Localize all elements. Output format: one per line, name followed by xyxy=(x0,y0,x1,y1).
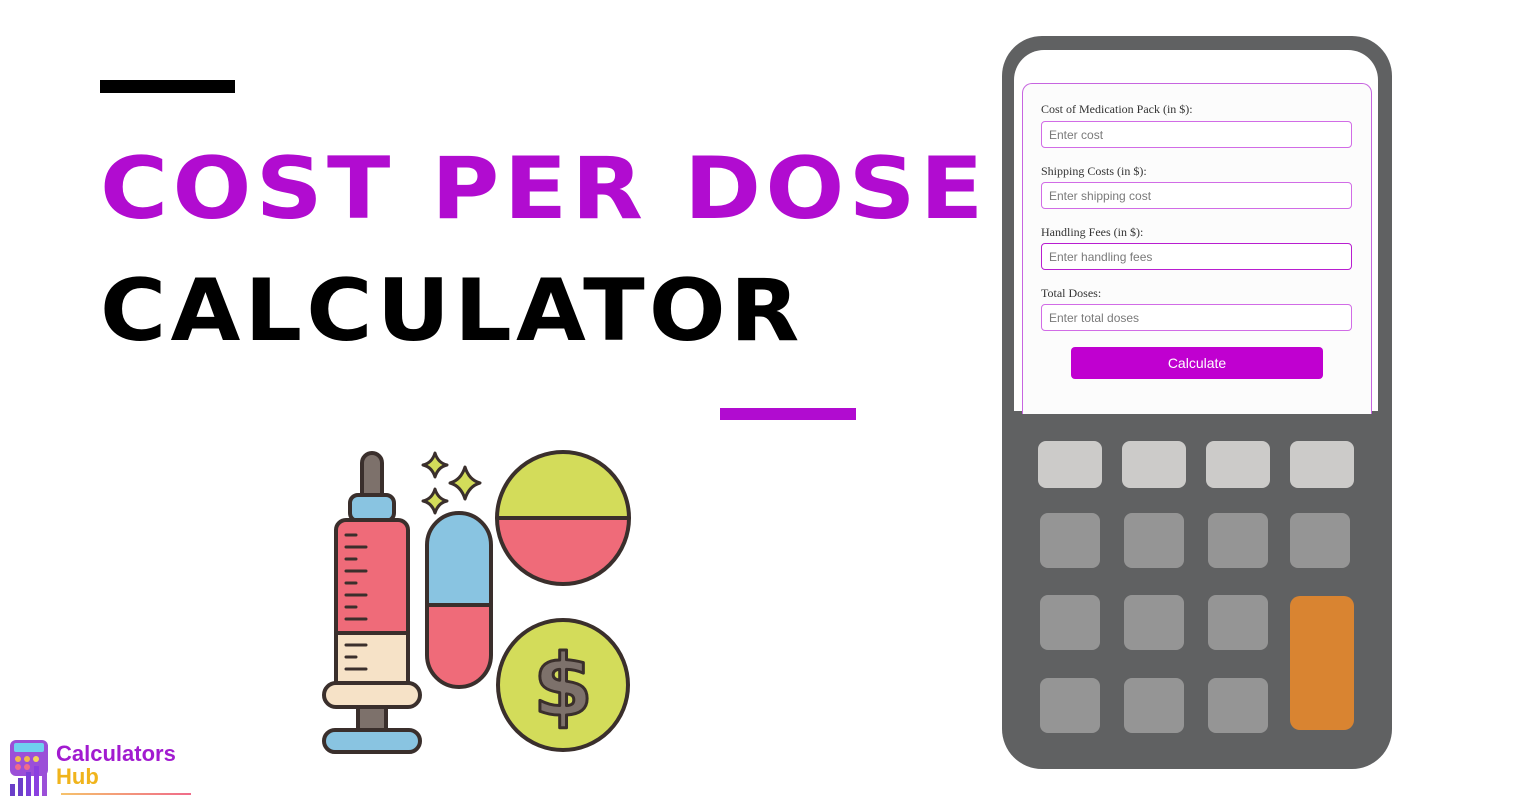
page-title-line1: COST PER DOSE xyxy=(100,139,988,239)
keypad-key xyxy=(1208,678,1268,733)
cost-per-dose-form: Cost of Medication Pack (in $): Shipping… xyxy=(1022,83,1372,414)
keypad-key xyxy=(1124,595,1184,650)
calculator-screen: Cost of Medication Pack (in $): Shipping… xyxy=(1014,50,1378,414)
calculators-hub-logo: Calculators Hub xyxy=(6,738,196,798)
shipping-label: Shipping Costs (in $): xyxy=(1041,164,1147,178)
page-title-line2: CALCULATOR xyxy=(100,261,804,361)
keypad-key xyxy=(1122,441,1186,488)
medication-cost-illustration: $ xyxy=(322,450,631,754)
svg-text:$: $ xyxy=(533,636,593,736)
sparkle-icon xyxy=(421,451,482,515)
keypad-key xyxy=(1040,595,1100,650)
keypad-key xyxy=(1124,678,1184,733)
syringe-icon xyxy=(322,451,422,754)
keypad-key xyxy=(1206,441,1270,488)
pill-icon xyxy=(495,450,631,586)
keypad-equals-key xyxy=(1290,596,1354,730)
logo-underline xyxy=(61,793,191,795)
decorative-bar-top xyxy=(100,80,235,93)
decorative-bar-accent xyxy=(720,408,856,420)
keypad-key xyxy=(1038,441,1102,488)
dollar-coin-icon: $ xyxy=(496,618,630,752)
handling-label: Handling Fees (in $): xyxy=(1041,225,1144,239)
doses-input[interactable] xyxy=(1041,304,1352,331)
calculator-logo-icon xyxy=(10,740,48,796)
cost-input[interactable] xyxy=(1041,121,1352,148)
keypad-key xyxy=(1208,595,1268,650)
keypad-key xyxy=(1124,513,1184,568)
keypad-key xyxy=(1040,513,1100,568)
shipping-input[interactable] xyxy=(1041,182,1352,209)
cost-label: Cost of Medication Pack (in $): xyxy=(1041,102,1193,116)
handling-input[interactable] xyxy=(1041,243,1352,270)
calculator-device: Cost of Medication Pack (in $): Shipping… xyxy=(1002,36,1392,769)
doses-label: Total Doses: xyxy=(1041,286,1102,300)
capsule-icon xyxy=(425,511,493,689)
calculate-button[interactable]: Calculate xyxy=(1071,347,1323,379)
keypad-key xyxy=(1290,513,1350,568)
keypad-key xyxy=(1290,441,1354,488)
logo-text-hub: Hub xyxy=(56,764,99,789)
keypad-key xyxy=(1040,678,1100,733)
keypad-key xyxy=(1208,513,1268,568)
